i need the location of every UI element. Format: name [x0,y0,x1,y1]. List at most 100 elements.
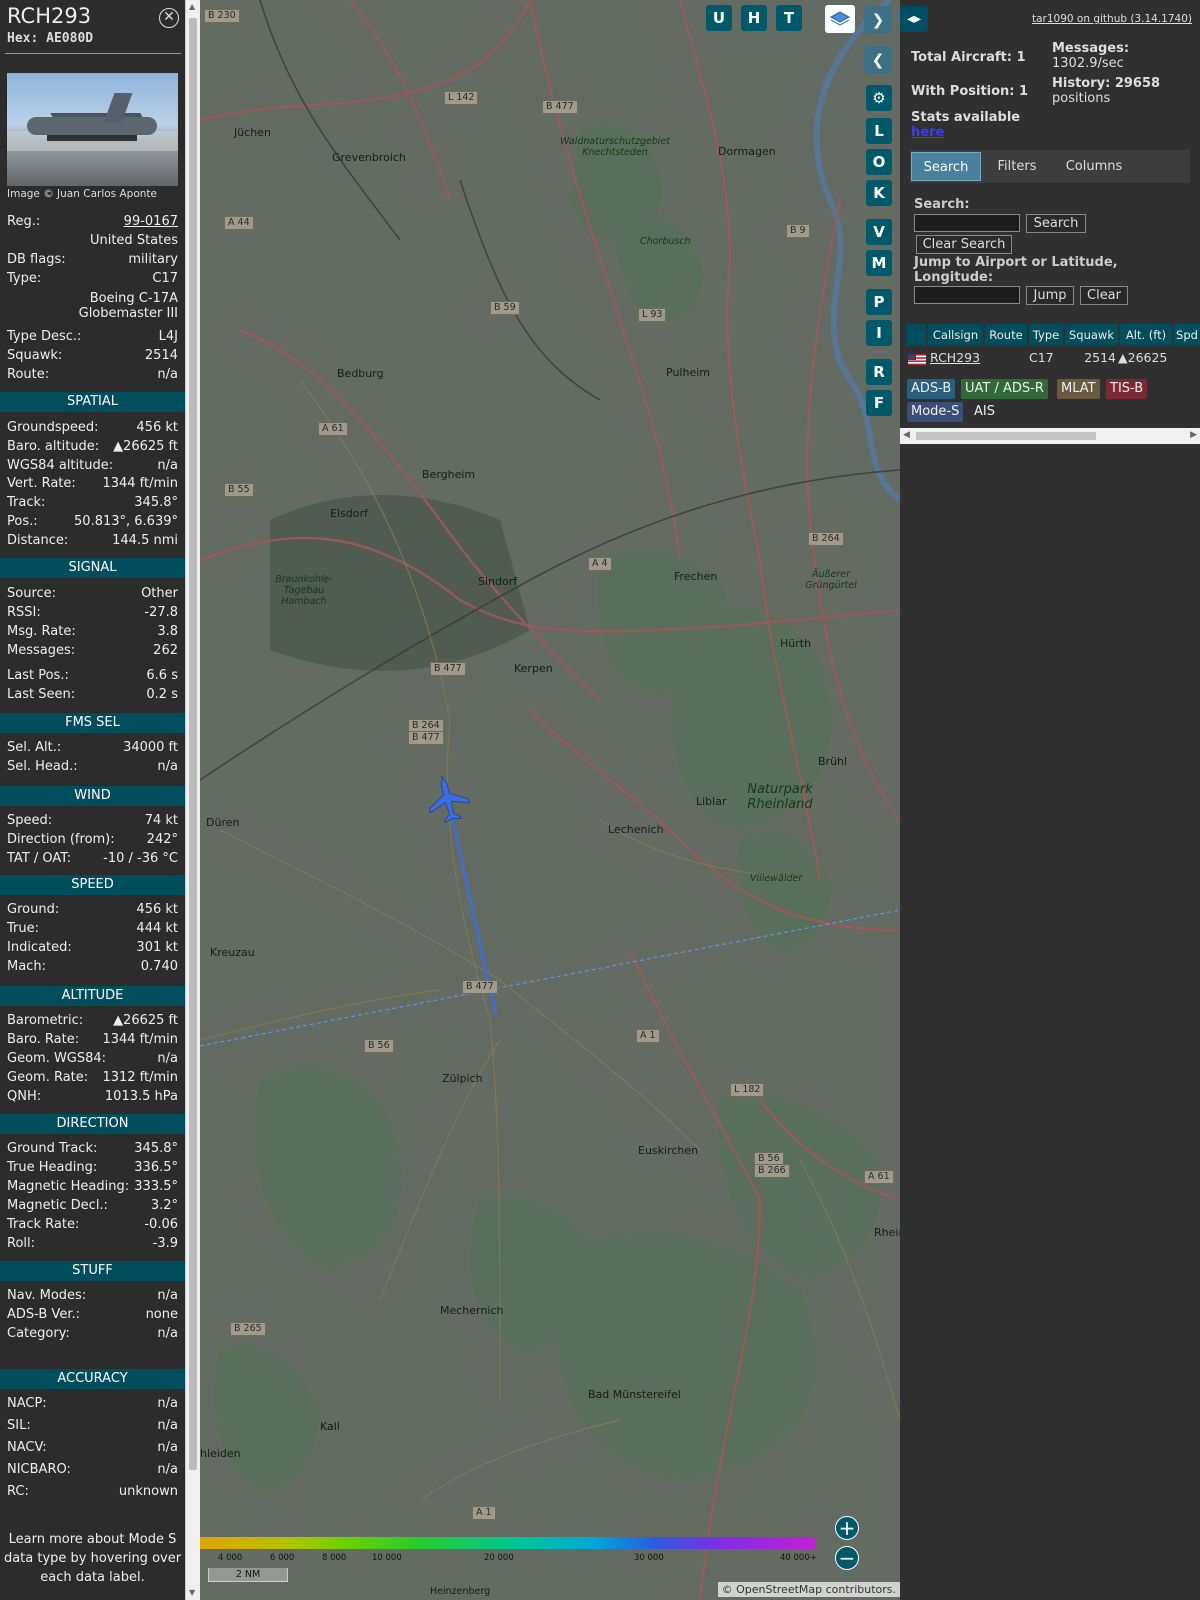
info-row-label[interactable]: SIL: [7,1418,31,1433]
info-row-label[interactable]: Type: [7,271,41,286]
info-row-label[interactable]: Magnetic Decl.: [7,1198,108,1213]
info-row-label[interactable]: Category: [7,1326,70,1341]
chevron-right-icon[interactable]: ❯ [864,6,892,34]
table-horizontal-scrollbar[interactable]: ◀ ▶ [900,428,1200,444]
info-row-label[interactable]: Track: [7,495,45,510]
info-row-label[interactable]: Vert. Rate: [7,476,76,491]
search-input[interactable] [914,214,1020,232]
close-icon[interactable]: ✕ [159,8,179,28]
table-header-callsign[interactable]: Callsign [928,324,983,346]
aircraft-photo[interactable] [7,73,178,186]
info-row-label[interactable]: Source: [7,586,56,601]
tab-filters[interactable]: Filters [984,152,1050,181]
info-row-label[interactable]: Baro. altitude: [7,439,99,454]
table-header-speed[interactable]: Spd [1174,324,1200,346]
source-chip-modes[interactable]: Mode-S [907,402,964,422]
info-row-label[interactable]: Baro. Rate: [7,1032,79,1047]
info-row-label[interactable]: Type Desc.: [7,329,81,344]
stats-link[interactable]: here [911,125,944,140]
info-row-label[interactable]: RSSI: [7,605,41,620]
clear-search-button[interactable]: Clear Search [916,235,1012,254]
github-link[interactable]: tar1090 on github (3.14.1740) [1032,13,1192,25]
map-attribution[interactable]: © OpenStreetMap contributors. [717,1582,900,1597]
map-view[interactable]: Jüchen Grevenbroich Dormagen Bedburg Pul… [200,0,900,1600]
map-button-h[interactable]: H [741,5,767,31]
info-panel-scrollbar[interactable]: ▲ ▼ [185,0,200,1600]
info-row-label[interactable]: Reg.: [7,214,40,229]
info-row-label[interactable]: Sel. Head.: [7,759,78,774]
info-row-label[interactable]: QNH: [7,1089,41,1104]
source-chip-mlat[interactable]: MLAT [1057,379,1100,399]
table-header-flag[interactable] [906,324,926,346]
info-row-label[interactable]: Direction (from): [7,832,115,847]
info-row-label[interactable]: True Heading: [7,1160,97,1175]
info-row-label[interactable]: Track Rate: [7,1217,79,1232]
info-row-label[interactable]: Last Seen: [7,687,75,702]
map-button-l[interactable]: L [866,118,892,144]
source-chip-tisb[interactable]: TIS-B [1106,379,1148,399]
map-button-f[interactable]: F [866,390,892,416]
info-row-label[interactable]: TAT / OAT: [7,851,71,866]
layers-icon[interactable] [825,5,855,33]
info-row-label[interactable]: Groundspeed: [7,420,98,435]
scroll-up-arrow-icon[interactable]: ▲ [189,2,195,11]
map-button-p[interactable]: P [866,289,892,315]
source-chip-ais[interactable]: AIS [970,402,999,422]
info-row-label[interactable]: Ground: [7,902,59,917]
source-chip-uat[interactable]: UAT / ADS-R [961,379,1048,399]
scroll-down-arrow-icon[interactable]: ▼ [189,1588,195,1597]
info-row-label[interactable]: True: [7,921,39,936]
info-row-label[interactable]: Ground Track: [7,1141,97,1156]
tab-search[interactable]: Search [911,152,981,181]
settings-gear-icon[interactable]: ⚙ [866,85,892,111]
info-row-label[interactable]: Roll: [7,1236,35,1251]
info-row-label[interactable]: Geom. Rate: [7,1070,88,1085]
scroll-right-arrow-icon[interactable]: ▶ [1190,430,1197,440]
info-row-label[interactable]: Sel. Alt.: [7,740,61,755]
search-button[interactable]: Search [1026,214,1086,233]
info-row-label[interactable]: NACP: [7,1396,47,1411]
chevron-left-icon[interactable]: ❮ [864,46,892,74]
info-row-label[interactable]: Distance: [7,533,68,548]
clear-button[interactable]: Clear [1080,286,1128,305]
zoom-in-button[interactable]: + [835,1516,859,1540]
map-button-u[interactable]: U [706,5,732,31]
info-row-label[interactable]: ADS-B Ver.: [7,1307,80,1322]
table-header-squawk[interactable]: Squawk [1065,324,1118,346]
jump-button[interactable]: Jump [1026,286,1074,305]
map-button-t[interactable]: T [776,5,802,31]
table-header-route[interactable]: Route [985,324,1027,346]
table-header-altitude[interactable]: Alt. (ft) [1120,324,1172,346]
info-row-label[interactable]: Barometric: [7,1013,83,1028]
info-row-label[interactable]: Nav. Modes: [7,1288,86,1303]
scroll-left-arrow-icon[interactable]: ◀ [903,430,910,440]
info-row-label[interactable]: Indicated: [7,940,72,955]
map-button-m[interactable]: M [866,250,892,276]
table-header-type[interactable]: Type [1029,324,1063,346]
info-row-label[interactable]: Last Pos.: [7,668,69,683]
map-button-v[interactable]: V [866,219,892,245]
info-row-label[interactable]: RC: [7,1484,29,1499]
info-row-label[interactable]: NACV: [7,1440,47,1455]
info-row-label[interactable]: Messages: [7,643,75,658]
expand-collapse-icon[interactable]: ◂▸ [900,6,928,32]
info-row-label[interactable]: Magnetic Heading: [7,1179,129,1194]
info-row-label[interactable]: Mach: [7,959,46,974]
map-button-i[interactable]: I [866,320,892,346]
info-row-label[interactable]: Geom. WGS84: [7,1051,106,1066]
jump-input[interactable] [914,286,1020,304]
info-row-label[interactable]: Route: [7,367,49,382]
info-row-label[interactable]: DB flags: [7,252,66,267]
map-button-k[interactable]: K [866,180,892,206]
info-row-label[interactable]: Pos.: [7,514,38,529]
info-row-label[interactable]: NICBARO: [7,1462,71,1477]
tab-columns[interactable]: Columns [1054,152,1134,181]
map-button-o[interactable]: O [866,149,892,175]
zoom-out-button[interactable]: − [835,1546,859,1570]
info-row-label[interactable]: WGS84 altitude: [7,458,113,473]
info-row-label[interactable]: Speed: [7,813,52,828]
map-button-r[interactable]: R [866,359,892,385]
info-row-label[interactable]: Msg. Rate: [7,624,76,639]
scrollbar-thumb[interactable] [916,432,1096,440]
row-callsign[interactable]: RCH293 [930,349,980,367]
